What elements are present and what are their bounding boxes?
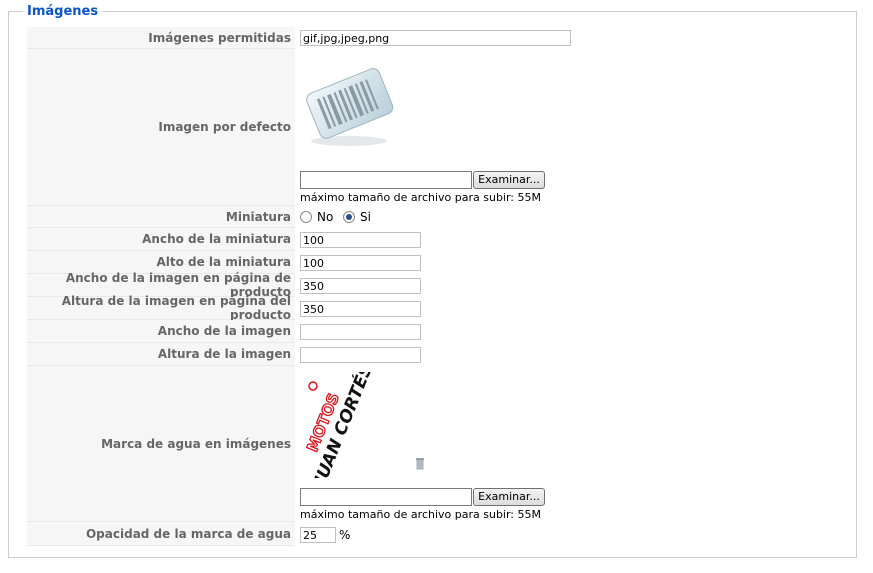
product-width-input[interactable] [300, 278, 421, 294]
barcode-icon [306, 68, 394, 146]
watermark-label: Marca de agua en imágenes [27, 366, 295, 522]
watermark-logo: MOTOS JUAN CORTÉS [303, 372, 377, 478]
row-product-height: Altura de la imagen en página del produc… [27, 294, 849, 322]
watermark-opacity-input[interactable] [300, 527, 336, 543]
row-thumb-width: Ancho de la miniatura [27, 228, 849, 251]
row-watermark: Marca de agua en imágenes MOTOS JUAN COR… [27, 366, 849, 522]
watermark-max-size-note: máximo tamaño de archivo para subir: 55M [300, 508, 541, 521]
default-image-label: Imagen por defecto [27, 49, 295, 206]
thumbnail-no-radio[interactable] [300, 211, 312, 223]
fieldset-legend: Imágenes [27, 4, 99, 19]
watermark-opacity-label: Opacidad de la marca de agua [27, 522, 295, 546]
row-watermark-opacity: Opacidad de la marca de agua % [27, 522, 849, 546]
watermark-opacity-unit: % [339, 528, 351, 542]
row-image-height: Altura de la imagen [27, 343, 849, 366]
image-width-label: Ancho de la imagen [27, 320, 295, 343]
image-width-input[interactable] [300, 324, 421, 340]
default-image-file-input[interactable] [300, 171, 472, 189]
thumbnail-si-label: Si [360, 210, 371, 224]
thumbnail-label: Miniatura [27, 206, 295, 228]
image-height-input[interactable] [300, 347, 421, 363]
thumbnail-no-label: No [317, 210, 334, 224]
thumb-width-label: Ancho de la miniatura [27, 228, 295, 251]
default-image-browse-button[interactable]: Examinar... [473, 171, 545, 189]
watermark-file-input[interactable] [300, 488, 472, 506]
allowed-images-input[interactable] [300, 30, 571, 46]
row-image-width: Ancho de la imagen [27, 320, 849, 343]
row-default-image: Imagen por defecto Examinar... máximo ta… [27, 49, 849, 206]
image-height-label: Altura de la imagen [27, 343, 295, 366]
product-height-label: Altura de la imagen en página del produc… [27, 294, 295, 322]
product-height-input[interactable] [300, 301, 421, 317]
watermark-browse-button[interactable]: Examinar... [473, 488, 545, 506]
thumb-width-input[interactable] [300, 232, 421, 248]
trash-icon[interactable] [415, 456, 425, 470]
default-image-max-size-note: máximo tamaño de archivo para subir: 55M [300, 191, 541, 204]
row-thumbnail: Miniatura No Si [27, 206, 849, 228]
allowed-images-label: Imágenes permitidas [27, 27, 295, 49]
thumbnail-si-radio[interactable] [343, 211, 355, 223]
thumb-height-input[interactable] [300, 255, 421, 271]
row-allowed-images: Imágenes permitidas [27, 27, 849, 49]
